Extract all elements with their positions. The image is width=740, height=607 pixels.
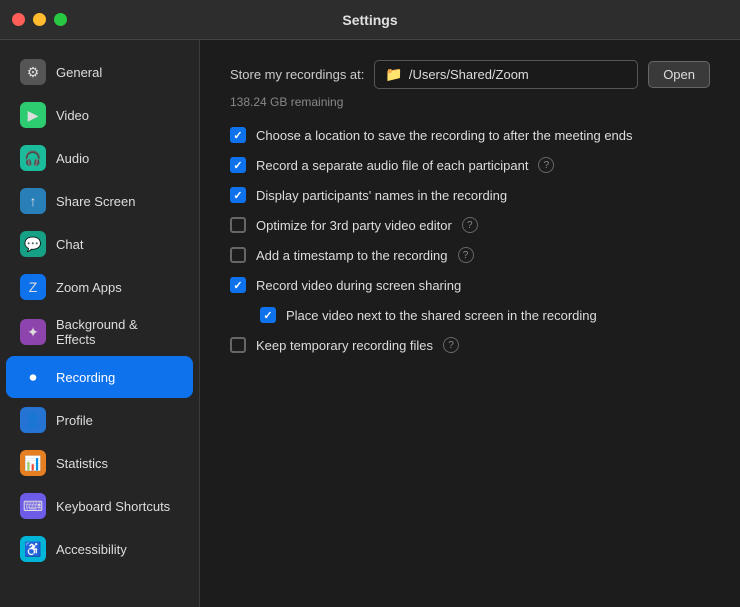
folder-icon: 📁 xyxy=(385,66,402,83)
recording-icon: ⏺ xyxy=(20,364,46,390)
statistics-icon: 📊 xyxy=(20,450,46,476)
option-row-opt7: Place video next to the shared screen in… xyxy=(260,307,710,323)
option-text-opt5: Add a timestamp to the recording xyxy=(256,248,448,263)
zoom-apps-icon: Z xyxy=(20,274,46,300)
options-list: Choose a location to save the recording … xyxy=(230,127,710,353)
accessibility-label: Accessibility xyxy=(56,542,127,557)
option-text-opt7: Place video next to the shared screen in… xyxy=(286,308,597,323)
sidebar-item-accessibility[interactable]: ♿ Accessibility xyxy=(6,528,193,570)
checkbox-opt3[interactable] xyxy=(230,187,246,203)
open-button[interactable]: Open xyxy=(648,61,710,88)
keyboard-shortcuts-icon: ⌨ xyxy=(20,493,46,519)
storage-label: Store my recordings at: xyxy=(230,67,364,82)
video-label: Video xyxy=(56,108,89,123)
zoom-apps-label: Zoom Apps xyxy=(56,280,122,295)
option-row-opt1: Choose a location to save the recording … xyxy=(230,127,710,143)
option-text-opt3: Display participants' names in the recor… xyxy=(256,188,507,203)
option-row-opt3: Display participants' names in the recor… xyxy=(230,187,710,203)
sidebar-item-profile[interactable]: 👤 Profile xyxy=(6,399,193,441)
sidebar-item-background-effects[interactable]: ✦ Background & Effects xyxy=(6,309,193,355)
chat-label: Chat xyxy=(56,237,83,252)
help-icon-opt8[interactable]: ? xyxy=(443,337,459,353)
background-effects-label: Background & Effects xyxy=(56,317,179,347)
checkbox-opt7[interactable] xyxy=(260,307,276,323)
help-icon-opt5[interactable]: ? xyxy=(458,247,474,263)
title-bar: Settings xyxy=(0,0,740,40)
sidebar-item-zoom-apps[interactable]: Z Zoom Apps xyxy=(6,266,193,308)
sidebar-item-video[interactable]: ▶ Video xyxy=(6,94,193,136)
background-effects-icon: ✦ xyxy=(20,319,46,345)
minimize-button[interactable] xyxy=(33,13,46,26)
profile-icon: 👤 xyxy=(20,407,46,433)
chat-icon: 💬 xyxy=(20,231,46,257)
option-row-opt4: Optimize for 3rd party video editor? xyxy=(230,217,710,233)
option-text-opt8: Keep temporary recording files xyxy=(256,338,433,353)
option-row-opt2: Record a separate audio file of each par… xyxy=(230,157,710,173)
audio-icon: 🎧 xyxy=(20,145,46,171)
audio-label: Audio xyxy=(56,151,89,166)
window-title: Settings xyxy=(342,12,397,28)
main-container: ⚙ General ▶ Video 🎧 Audio ↑ Share Screen 💬 Chat ZZ… xyxy=(0,40,740,607)
general-label: General xyxy=(56,65,102,80)
sidebar-item-share-screen[interactable]: ↑ Share Screen xyxy=(6,180,193,222)
profile-label: Profile xyxy=(56,413,93,428)
video-icon: ▶ xyxy=(20,102,46,128)
content-area: Store my recordings at: 📁 /Users/Shared/… xyxy=(200,40,740,607)
checkbox-opt1[interactable] xyxy=(230,127,246,143)
option-row-opt6: Record video during screen sharing xyxy=(230,277,710,293)
maximize-button[interactable] xyxy=(54,13,67,26)
option-text-opt2: Record a separate audio file of each par… xyxy=(256,158,528,173)
general-icon: ⚙ xyxy=(20,59,46,85)
close-button[interactable] xyxy=(12,13,25,26)
checkbox-opt2[interactable] xyxy=(230,157,246,173)
sidebar-item-keyboard-shortcuts[interactable]: ⌨ Keyboard Shortcuts xyxy=(6,485,193,527)
checkbox-opt8[interactable] xyxy=(230,337,246,353)
recording-label: Recording xyxy=(56,370,115,385)
keyboard-shortcuts-label: Keyboard Shortcuts xyxy=(56,499,170,514)
sidebar-item-chat[interactable]: 💬 Chat xyxy=(6,223,193,265)
sidebar-item-general[interactable]: ⚙ General xyxy=(6,51,193,93)
option-row-opt5: Add a timestamp to the recording? xyxy=(230,247,710,263)
sidebar-item-statistics[interactable]: 📊 Statistics xyxy=(6,442,193,484)
checkbox-opt5[interactable] xyxy=(230,247,246,263)
share-screen-icon: ↑ xyxy=(20,188,46,214)
storage-remaining: 138.24 GB remaining xyxy=(230,95,710,109)
sidebar-item-recording[interactable]: ⏺ Recording xyxy=(6,356,193,398)
option-row-opt8: Keep temporary recording files? xyxy=(230,337,710,353)
window-controls xyxy=(12,13,67,26)
help-icon-opt4[interactable]: ? xyxy=(462,217,478,233)
share-screen-label: Share Screen xyxy=(56,194,136,209)
accessibility-icon: ♿ xyxy=(20,536,46,562)
sidebar: ⚙ General ▶ Video 🎧 Audio ↑ Share Screen 💬 Chat ZZ… xyxy=(0,40,200,607)
checkbox-opt6[interactable] xyxy=(230,277,246,293)
statistics-label: Statistics xyxy=(56,456,108,471)
storage-location-row: Store my recordings at: 📁 /Users/Shared/… xyxy=(230,60,710,89)
option-text-opt4: Optimize for 3rd party video editor xyxy=(256,218,452,233)
option-text-opt6: Record video during screen sharing xyxy=(256,278,461,293)
help-icon-opt2[interactable]: ? xyxy=(538,157,554,173)
sidebar-item-audio[interactable]: 🎧 Audio xyxy=(6,137,193,179)
storage-path-display: 📁 /Users/Shared/Zoom xyxy=(374,60,638,89)
storage-path-text: /Users/Shared/Zoom xyxy=(409,67,529,82)
checkbox-opt4[interactable] xyxy=(230,217,246,233)
option-text-opt1: Choose a location to save the recording … xyxy=(256,128,633,143)
